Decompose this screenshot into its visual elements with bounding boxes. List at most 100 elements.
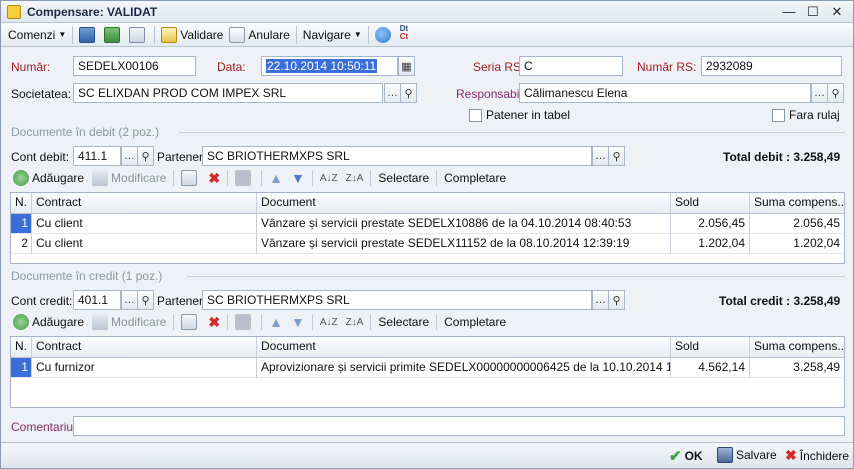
salvare-button[interactable]: Salvare [717, 447, 777, 463]
col-sold[interactable]: Sold [671, 337, 750, 357]
debit-completare-button[interactable]: Completare [440, 171, 510, 185]
close-icon[interactable]: ✕ [827, 3, 847, 20]
checkbox-box [469, 108, 482, 122]
col-document[interactable]: Document [257, 337, 671, 357]
partener-debit-search-button[interactable]: ⚲ [608, 146, 625, 166]
compensare-window: Compensare: VALIDAT — ☐ ✕ Comenzi ▼ Valid… [0, 0, 854, 469]
insert-row-icon [181, 170, 198, 186]
checkbox-box [772, 108, 785, 122]
navigare-menu[interactable]: Navigare ▼ [300, 25, 365, 45]
debit-move-up-button[interactable]: ▲ [265, 170, 287, 186]
main-toolbar: Comenzi ▼ Validare Anulare Navigare ▼ Dt C… [1, 23, 853, 47]
credit-insert-button[interactable] [177, 314, 204, 330]
fara-rulaj-checkbox[interactable]: Fara rulaj [772, 108, 840, 122]
cont-credit-field[interactable]: 401.1 [73, 290, 121, 310]
dtct-button[interactable]: Dt Ct [397, 24, 411, 45]
col-sold[interactable]: Sold [671, 193, 750, 213]
societatea-search-button[interactable]: ⚲ [400, 83, 417, 103]
credit-adaugare-button[interactable]: Adăugare [9, 314, 88, 330]
partener-credit-field[interactable]: SC BRIOTHERMXPS SRL [202, 290, 592, 310]
data-field[interactable]: 22.10.2014 10:50:11 [261, 56, 398, 76]
col-n[interactable]: N. [11, 193, 32, 213]
credit-sort-desc-button[interactable]: Z↓A [342, 317, 368, 328]
ok-button[interactable]: ✔ OK [669, 447, 703, 465]
refresh-button[interactable] [101, 25, 126, 45]
table-row[interactable]: 2 Cu client Vânzare și servicii prestate… [11, 234, 844, 254]
responsabil-search-button[interactable]: ⚲ [827, 83, 844, 103]
col-contract[interactable]: Contract [32, 193, 257, 213]
credit-save-row-button[interactable] [231, 314, 258, 330]
debit-save-row-button[interactable] [231, 170, 258, 186]
anulare-button[interactable]: Anulare [226, 25, 292, 45]
cont-debit-browse-button[interactable]: … [121, 146, 138, 166]
arrow-up-icon: ▲ [269, 170, 283, 186]
chat-button[interactable] [372, 25, 397, 45]
col-suma[interactable]: Suma compens... [750, 337, 844, 357]
inchidere-button[interactable]: ✖ Închidere [785, 447, 849, 464]
delete-icon: ✖ [208, 313, 221, 330]
numar-field[interactable]: SEDELX00106 [73, 56, 196, 76]
toolbar-separator [295, 25, 297, 44]
debit-grid-toolbar: Adăugare Modificare ✖ ▲ ▼ A↓Z Z↓A Select… [9, 167, 510, 189]
partener-debit-browse-button[interactable]: … [592, 146, 609, 166]
debit-adaugare-button[interactable]: Adăugare [9, 170, 88, 186]
cont-debit-field[interactable]: 411.1 [73, 146, 121, 166]
credit-sort-asc-button[interactable]: A↓Z [316, 317, 342, 328]
credit-modificare-button[interactable]: Modificare [88, 314, 170, 330]
total-debit: Total debit : 3.258,49 [723, 150, 841, 164]
copy-icon [129, 26, 146, 43]
col-n[interactable]: N. [11, 337, 32, 357]
table-row[interactable]: 1 Cu client Vânzare și servicii prestate… [11, 214, 844, 234]
minimize-icon[interactable]: — [779, 3, 799, 20]
arrow-up-icon: ▲ [269, 314, 283, 330]
numar-rs-field[interactable]: 2932089 [701, 56, 842, 76]
row-contract: Cu client [32, 234, 257, 253]
calendar-button[interactable]: ▦ [398, 56, 415, 76]
partener-credit-browse-button[interactable]: … [592, 290, 609, 310]
credit-completare-button[interactable]: Completare [440, 315, 510, 329]
copy-button[interactable] [126, 25, 151, 45]
maximize-icon[interactable]: ☐ [803, 3, 823, 20]
debit-insert-button[interactable] [177, 170, 204, 186]
chevron-down-icon: ▼ [58, 30, 67, 39]
cont-credit-search-button[interactable]: ⚲ [137, 290, 154, 310]
debit-sort-asc-button[interactable]: A↓Z [316, 173, 342, 184]
comentariu-field[interactable] [73, 416, 845, 436]
numar-label: Număr: [11, 60, 51, 74]
col-contract[interactable]: Contract [32, 337, 257, 357]
title-bar: Compensare: VALIDAT — ☐ ✕ [1, 1, 853, 23]
societatea-field[interactable]: SC ELIXDAN PROD COM IMPEX SRL [73, 83, 383, 103]
row-suma: 1.202,04 [793, 236, 840, 250]
col-document[interactable]: Document [257, 193, 671, 213]
table-row[interactable]: 1 Cu furnizor Aprovizionare și servicii … [11, 358, 844, 378]
partener-debit-field[interactable]: SC BRIOTHERMXPS SRL [202, 146, 592, 166]
row-index: 1 [11, 214, 32, 233]
credit-move-down-button[interactable]: ▼ [287, 314, 309, 330]
patener-tabel-checkbox[interactable]: Patener in tabel [469, 108, 570, 122]
credit-selectare-button[interactable]: Selectare [374, 315, 433, 329]
validare-button[interactable]: Validare [158, 25, 226, 45]
row-index: 1 [11, 358, 32, 377]
debit-selectare-button[interactable]: Selectare [374, 171, 433, 185]
modificare-label: Modificare [111, 171, 167, 185]
grid-separator [311, 170, 313, 186]
responsabil-field[interactable]: Călimanescu Elena [519, 83, 811, 103]
seria-rs-field[interactable]: C [519, 56, 623, 76]
cont-debit-search-button[interactable]: ⚲ [137, 146, 154, 166]
partener-credit-search-button[interactable]: ⚲ [608, 290, 625, 310]
debit-modificare-button[interactable]: Modificare [88, 170, 170, 186]
col-suma[interactable]: Suma compens... [750, 193, 844, 213]
debit-sort-desc-button[interactable]: Z↓A [342, 173, 368, 184]
app-icon [7, 4, 21, 19]
debit-delete-button[interactable]: ✖ [204, 170, 224, 187]
responsabil-browse-button[interactable]: … [811, 83, 828, 103]
societatea-browse-button[interactable]: … [384, 83, 401, 103]
comenzi-menu[interactable]: Comenzi ▼ [5, 25, 69, 45]
debit-move-down-button[interactable]: ▼ [287, 170, 309, 186]
cont-credit-browse-button[interactable]: … [121, 290, 138, 310]
row-contract: Cu furnizor [32, 358, 257, 377]
credit-delete-button[interactable]: ✖ [204, 314, 224, 331]
ellipsis-icon: … [124, 294, 135, 306]
export-button[interactable] [76, 25, 101, 45]
credit-move-up-button[interactable]: ▲ [265, 314, 287, 330]
